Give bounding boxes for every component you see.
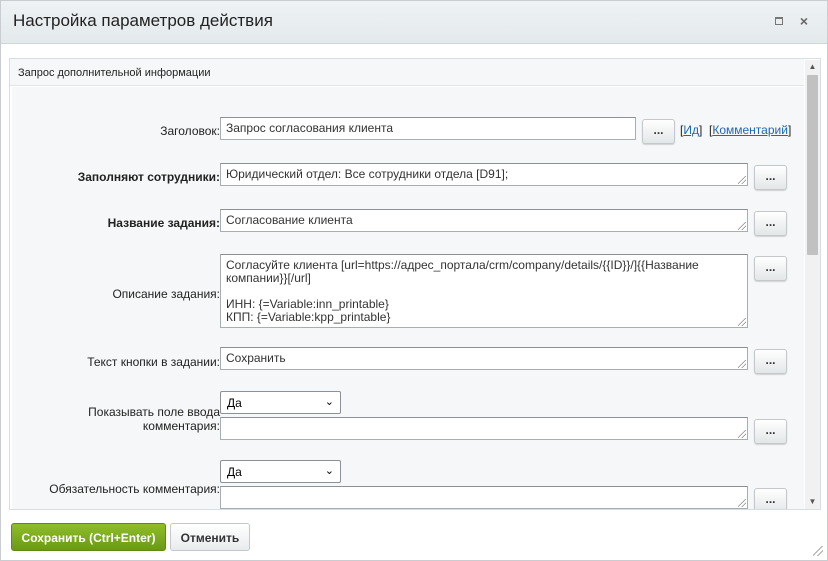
comment-required-label: Обязательность комментария: <box>49 482 220 496</box>
button-text-label: Текст кнопки в задании: <box>87 355 220 369</box>
dialog-titlebar[interactable]: Настройка параметров действия × <box>1 1 827 44</box>
resize-grip-icon[interactable] <box>738 222 746 230</box>
bracket: ] <box>787 123 792 137</box>
task-name-insert-button[interactable]: ... <box>754 211 787 236</box>
settings-dialog: Настройка параметров действия × Запрос д… <box>0 0 828 561</box>
show-comment-input[interactable] <box>220 417 748 440</box>
button-text-value: Сохранить <box>226 351 286 365</box>
comment-required-select-value: Да <box>227 465 242 479</box>
task-name-value: Согласование клиента <box>226 213 353 227</box>
comment-link[interactable]: Комментарий <box>712 123 788 137</box>
dialog-resize-icon[interactable] <box>813 546 823 556</box>
resize-grip-icon[interactable] <box>738 360 746 368</box>
cancel-button[interactable]: Отменить <box>170 523 250 551</box>
save-button[interactable]: Сохранить (Ctrl+Enter) <box>11 523 166 551</box>
section-header: Запрос дополнительной информации <box>10 59 804 86</box>
resize-grip-icon[interactable] <box>738 499 746 507</box>
header-label: Заголовок: <box>160 124 220 138</box>
header-links: [Ид] [Комментарий] <box>680 123 791 137</box>
assignees-insert-button[interactable]: ... <box>754 165 787 190</box>
scroll-down-icon[interactable]: ▼ <box>805 495 820 509</box>
id-link[interactable]: Ид <box>683 123 699 137</box>
header-input[interactable]: Запрос согласования клиента <box>220 117 636 140</box>
show-comment-insert-button[interactable]: ... <box>754 419 787 444</box>
button-text-insert-button[interactable]: ... <box>754 349 787 374</box>
show-comment-label-line1: Показывать поле ввода <box>88 405 220 419</box>
chevron-down-icon: ⌄ <box>324 465 334 477</box>
assignees-label: Заполняют сотрудники: <box>77 170 220 184</box>
section-title: Запрос дополнительной информации <box>18 67 211 79</box>
show-comment-label-line2: комментария: <box>142 419 220 433</box>
show-comment-label: Показывать поле ввода комментария: <box>20 405 220 433</box>
resize-grip-icon[interactable] <box>738 430 746 438</box>
maximize-icon[interactable] <box>773 15 785 27</box>
show-comment-select[interactable]: Да ⌄ <box>220 391 341 414</box>
comment-required-select[interactable]: Да ⌄ <box>220 460 341 483</box>
resize-grip-icon[interactable] <box>738 176 746 184</box>
header-insert-button[interactable]: ... <box>642 119 675 144</box>
close-icon[interactable]: × <box>798 14 810 28</box>
assignees-input[interactable]: Юридический отдел: Все сотрудники отдела… <box>220 163 748 186</box>
content-area: Запрос дополнительной информации Заголов… <box>9 58 821 510</box>
task-description-insert-button[interactable]: ... <box>754 256 787 281</box>
button-text-input[interactable]: Сохранить <box>220 347 748 370</box>
task-description-label: Описание задания: <box>112 287 220 301</box>
assignees-value: Юридический отдел: Все сотрудники отдела… <box>226 167 509 181</box>
resize-grip-icon[interactable] <box>738 318 746 326</box>
chevron-down-icon: ⌄ <box>324 396 334 408</box>
task-description-textarea[interactable]: Согласуйте клиента [url=https://адрес_по… <box>220 254 748 328</box>
task-name-input[interactable]: Согласование клиента <box>220 209 748 232</box>
bracket: ] <box>698 123 703 137</box>
task-description-value: Согласуйте клиента [url=https://адрес_по… <box>226 258 699 324</box>
task-name-label: Название задания: <box>107 216 220 230</box>
comment-required-input[interactable] <box>220 486 748 509</box>
dialog-title: Настройка параметров действия <box>13 11 273 30</box>
scroll-thumb[interactable] <box>807 75 818 255</box>
show-comment-select-value: Да <box>227 396 242 410</box>
vertical-scrollbar[interactable]: ▲ ▼ <box>805 60 820 509</box>
scroll-up-icon[interactable]: ▲ <box>805 60 820 74</box>
form-body: Заголовок: Запрос согласования клиента .… <box>12 87 804 509</box>
comment-required-insert-button[interactable]: ... <box>754 488 787 509</box>
